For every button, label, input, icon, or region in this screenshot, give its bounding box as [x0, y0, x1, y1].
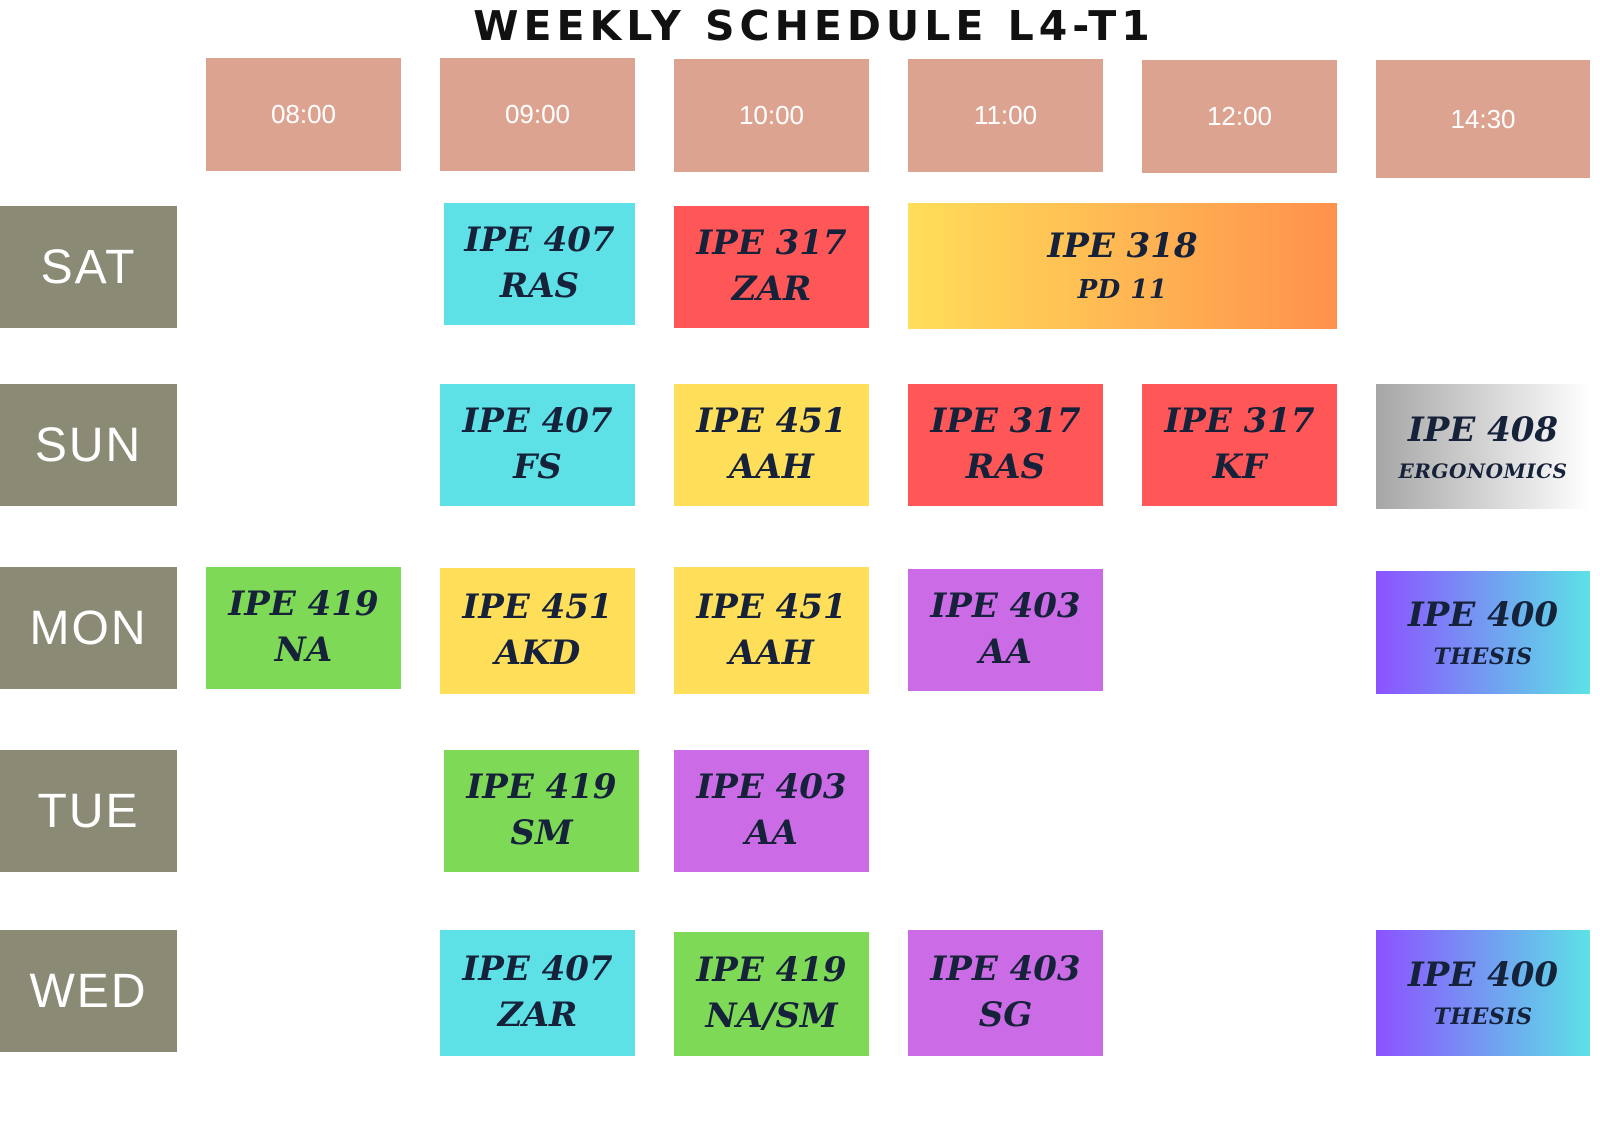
course-code: IPE 451: [462, 587, 613, 628]
time-header-0800: 08:00: [206, 58, 401, 171]
day-label-mon: MON: [0, 567, 177, 689]
instructor-code: NA/SM: [705, 996, 838, 1036]
instructor-code: ERGONOMICS: [1398, 458, 1568, 483]
day-label-sat: SAT: [0, 206, 177, 328]
course-code: IPE 403: [696, 767, 847, 808]
class-block-wed-1000: IPE 419 NA/SM: [674, 932, 869, 1056]
class-block-sun-1430: IPE 408 ERGONOMICS: [1376, 384, 1590, 509]
instructor-code: RAS: [965, 447, 1046, 487]
time-header-1430: 14:30: [1376, 60, 1590, 178]
instructor-code: AA: [745, 813, 798, 853]
time-header-1200: 12:00: [1142, 60, 1337, 173]
instructor-code: ZAR: [497, 995, 578, 1035]
class-block-mon-0900: IPE 451 AKD: [440, 568, 635, 694]
class-block-sun-0900: IPE 407 FS: [440, 384, 635, 506]
course-code: IPE 408: [1407, 410, 1559, 451]
time-header-1100: 11:00: [908, 59, 1103, 172]
class-block-wed-1430: IPE 400 THESIS: [1376, 930, 1590, 1056]
instructor-code: RAS: [499, 266, 580, 306]
class-block-sat-0900: IPE 407 RAS: [444, 203, 635, 325]
instructor-code: AAH: [729, 447, 814, 487]
time-header-0900: 09:00: [440, 58, 635, 171]
instructor-code: ZAR: [731, 269, 812, 309]
course-code: IPE 419: [696, 950, 847, 991]
class-block-wed-1100: IPE 403 SG: [908, 930, 1103, 1056]
instructor-code: SG: [978, 995, 1033, 1035]
course-code: IPE 403: [930, 949, 1081, 990]
day-label-wed: WED: [0, 930, 177, 1052]
class-block-tue-1000: IPE 403 AA: [674, 750, 869, 872]
instructor-code: FS: [513, 447, 562, 487]
instructor-code: AAH: [729, 632, 814, 673]
page-title: WEEKLY SCHEDULE L4-T1: [473, 2, 1155, 50]
instructor-code: THESIS: [1433, 643, 1533, 670]
course-code: IPE 419: [228, 584, 379, 625]
course-code: IPE 403: [930, 586, 1081, 627]
class-block-sat-1100-lab: IPE 318 PD 11: [908, 203, 1337, 329]
course-code: IPE 419: [466, 767, 617, 808]
course-code: IPE 318: [1047, 225, 1198, 266]
instructor-code: PD 11: [1077, 275, 1168, 306]
course-code: IPE 407: [464, 220, 615, 261]
course-code: IPE 400: [1407, 594, 1559, 635]
course-code: IPE 317: [930, 401, 1081, 442]
course-code: IPE 317: [1164, 401, 1315, 442]
instructor-code: AA: [979, 632, 1032, 672]
class-block-sun-1000: IPE 451 AAH: [674, 384, 869, 506]
class-block-tue-0900: IPE 419 SM: [444, 750, 639, 872]
instructor-code: KF: [1212, 447, 1267, 487]
class-block-sun-1100: IPE 317 RAS: [908, 384, 1103, 506]
class-block-wed-0900: IPE 407 ZAR: [440, 930, 635, 1056]
instructor-code: THESIS: [1433, 1004, 1533, 1031]
course-code: IPE 407: [462, 401, 613, 442]
instructor-code: SM: [510, 813, 573, 853]
course-code: IPE 451: [696, 586, 847, 627]
class-block-mon-1000: IPE 451 AAH: [674, 567, 869, 694]
instructor-code: NA: [274, 630, 333, 670]
course-code: IPE 400: [1407, 955, 1559, 996]
day-label-tue: TUE: [0, 750, 177, 872]
course-code: IPE 451: [696, 401, 847, 442]
class-block-sun-1200: IPE 317 KF: [1142, 384, 1337, 506]
instructor-code: AKD: [494, 633, 581, 673]
time-header-1000: 10:00: [674, 59, 869, 172]
class-block-mon-1100: IPE 403 AA: [908, 569, 1103, 691]
course-code: IPE 317: [696, 223, 847, 264]
day-label-sun: SUN: [0, 384, 177, 506]
class-block-mon-1430: IPE 400 THESIS: [1376, 571, 1590, 694]
class-block-sat-1000: IPE 317 ZAR: [674, 206, 869, 328]
class-block-mon-0800: IPE 419 NA: [206, 567, 401, 689]
course-code: IPE 407: [462, 949, 613, 990]
